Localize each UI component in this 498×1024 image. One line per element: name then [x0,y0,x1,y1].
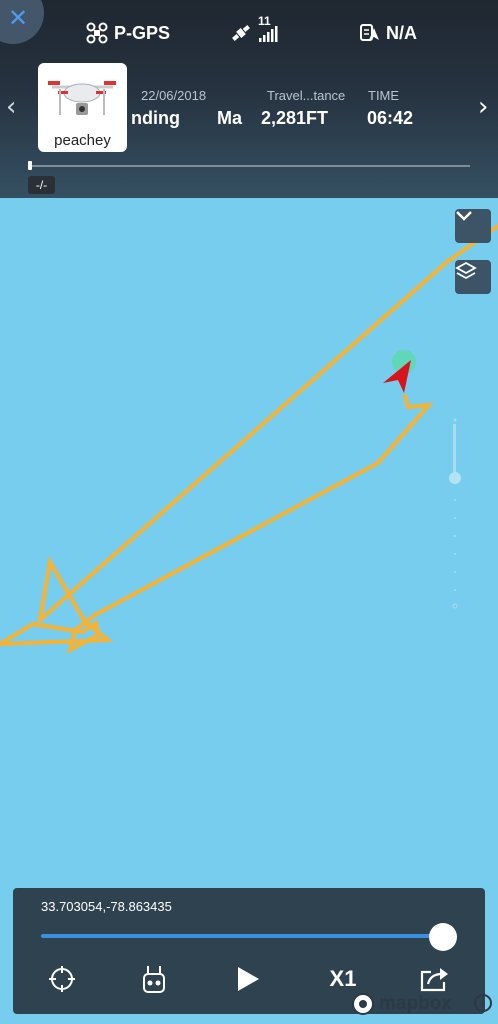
timeline-handle[interactable] [28,161,32,170]
map-layers-button[interactable] [455,260,491,294]
flight-header: ✕ P-GPS 11 N/A ‹ › peachey 22/06/2018 nd… [0,0,498,198]
gps-coordinates: 33.703054,-78.863435 [41,899,172,914]
zoom-handle[interactable] [449,472,461,484]
aircraft-name: peachey [54,132,111,149]
chevron-down-icon [456,211,472,221]
distance-value: 2,281FT [261,108,329,128]
remote-signal-status: N/A [358,22,417,44]
play-button[interactable] [231,962,265,996]
drone-image [48,81,116,115]
timeline-chip: -/- [28,176,55,194]
satellite-status [230,22,280,44]
next-flight-button[interactable]: › [478,92,488,122]
crosshair-icon [49,966,75,992]
layers-icon [455,261,477,280]
flight-mode-status: P-GPS [86,22,170,44]
flight-date: 22/06/2018 [141,88,207,103]
share-icon [420,968,448,992]
mapbox-wordmark: mapbox [379,993,452,1014]
collapse-map-button[interactable] [455,209,491,243]
playback-progress-track[interactable] [41,934,443,938]
chevron-left-icon: ‹ [6,92,17,122]
drone-icon [86,22,108,44]
flight-track [0,224,498,654]
locate-button[interactable] [45,962,79,996]
aircraft-thumbnail[interactable]: peachey [38,63,127,152]
map-info-button[interactable]: i [474,994,492,1012]
info-icon: i [481,996,485,1010]
playback-speed-label: X1 [329,966,357,991]
mapbox-logo-icon [352,993,374,1015]
controller-button[interactable] [137,962,171,996]
distance-label: Travel...tance [267,88,346,103]
mapbox-attribution[interactable]: mapbox [351,990,452,1018]
status-bar: P-GPS 11 N/A [0,14,498,54]
remote-signal-icon [360,24,379,41]
satellite-icon [232,25,250,41]
time-value: 06:42 [367,108,414,128]
time-label: TIME [368,88,400,103]
timeline-track[interactable] [30,165,470,167]
remote-signal-label: N/A [386,22,417,43]
playback-progress-handle[interactable] [429,923,457,951]
controller-icon [143,966,165,993]
flight-mode-label: P-GPS [114,22,171,43]
play-icon [238,967,259,991]
satellite-count: 11 [258,14,271,28]
prev-flight-button[interactable]: ‹ [6,92,16,122]
zoom-slider[interactable] [449,418,461,609]
flight-title-fragment-2: Ma [217,108,243,128]
flight-title-fragment: nding [131,108,180,128]
chevron-right-icon: › [478,92,489,122]
